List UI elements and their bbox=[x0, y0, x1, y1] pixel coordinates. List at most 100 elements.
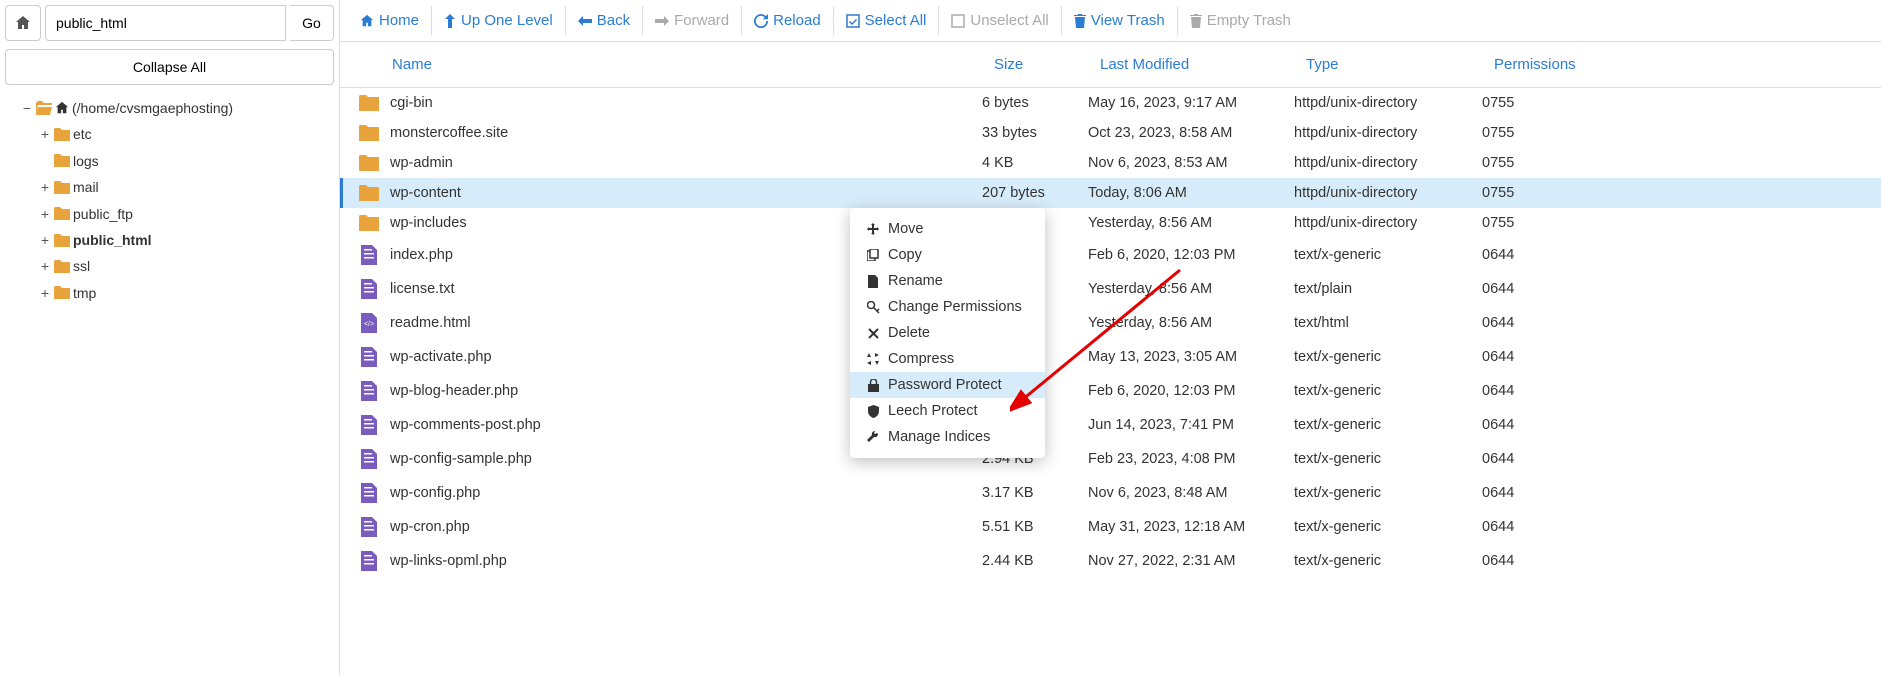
file-row[interactable]: wp-comments-post.php 2.27 KB Jun 14, 202… bbox=[340, 408, 1881, 442]
path-input[interactable] bbox=[45, 5, 286, 41]
file-row[interactable]: license.txt 19.45 KB Yesterday, 8:56 AM … bbox=[340, 272, 1881, 306]
minus-icon[interactable]: − bbox=[21, 97, 33, 119]
file-icon bbox=[361, 279, 377, 299]
tree-item-label: tmp bbox=[73, 282, 96, 304]
plus-icon[interactable]: + bbox=[39, 123, 51, 145]
file-name: wp-admin bbox=[384, 155, 982, 171]
file-row[interactable]: </> readme.html 7.23 KB Yesterday, 8:56 … bbox=[340, 306, 1881, 340]
file-name: cgi-bin bbox=[384, 95, 982, 111]
up-one-level-button[interactable]: Up One Level bbox=[432, 6, 566, 35]
plus-icon[interactable]: + bbox=[39, 255, 51, 277]
ctx-label: Compress bbox=[888, 351, 954, 367]
tree-root[interactable]: − (/home/cvsmgaephosting) bbox=[21, 95, 334, 121]
reload-icon bbox=[754, 14, 768, 28]
reload-label: Reload bbox=[773, 12, 821, 29]
file-row[interactable]: wp-links-opml.php 2.44 KB Nov 27, 2022, … bbox=[340, 544, 1881, 578]
unselect-all-label: Unselect All bbox=[970, 12, 1048, 29]
tree-item-mail[interactable]: + mail bbox=[39, 174, 334, 200]
tree-item-ssl[interactable]: + ssl bbox=[39, 253, 334, 279]
file-row[interactable]: wp-blog-header.php 351 bytes Feb 6, 2020… bbox=[340, 374, 1881, 408]
select-all-button[interactable]: Select All bbox=[834, 6, 940, 35]
tree-item-logs[interactable]: logs bbox=[39, 148, 334, 174]
col-modified[interactable]: Last Modified bbox=[1088, 56, 1294, 73]
ctx-label: Copy bbox=[888, 247, 922, 263]
square-icon bbox=[951, 14, 965, 28]
tree-item-tmp[interactable]: + tmp bbox=[39, 280, 334, 306]
move-icon bbox=[866, 223, 880, 235]
ctx-label: Manage Indices bbox=[888, 429, 990, 445]
file-type: text/plain bbox=[1294, 281, 1482, 297]
file-row[interactable]: wp-includes 12 KB Yesterday, 8:56 AM htt… bbox=[340, 208, 1881, 238]
plus-icon[interactable]: + bbox=[39, 203, 51, 225]
back-label: Back bbox=[597, 12, 630, 29]
file-type: text/html bbox=[1294, 315, 1482, 331]
forward-button: Forward bbox=[643, 6, 742, 35]
col-type[interactable]: Type bbox=[1294, 56, 1482, 73]
file-row[interactable]: wp-admin 4 KB Nov 6, 2023, 8:53 AM httpd… bbox=[340, 148, 1881, 178]
plus-icon[interactable]: + bbox=[39, 176, 51, 198]
file-modified: Nov 6, 2023, 8:53 AM bbox=[1088, 155, 1294, 171]
file-icon bbox=[361, 415, 377, 435]
file-type: text/x-generic bbox=[1294, 451, 1482, 467]
file-perms: 0644 bbox=[1482, 383, 1582, 399]
file-type: text/x-generic bbox=[1294, 349, 1482, 365]
file-row[interactable]: monstercoffee.site 33 bytes Oct 23, 2023… bbox=[340, 118, 1881, 148]
folder-icon bbox=[54, 286, 70, 299]
ctx-manage-indices[interactable]: Manage Indices bbox=[850, 424, 1045, 450]
ctx-delete[interactable]: Delete bbox=[850, 320, 1045, 346]
col-name[interactable]: Name bbox=[348, 56, 982, 73]
file-size: 33 bytes bbox=[982, 125, 1088, 141]
view-trash-button[interactable]: View Trash bbox=[1062, 6, 1178, 35]
ctx-rename[interactable]: Rename bbox=[850, 268, 1045, 294]
plus-icon[interactable]: + bbox=[39, 229, 51, 251]
view-trash-label: View Trash bbox=[1091, 12, 1165, 29]
ctx-change-permissions[interactable]: Change Permissions bbox=[850, 294, 1045, 320]
folder-icon bbox=[54, 128, 70, 141]
home-button[interactable]: Home bbox=[348, 6, 432, 35]
tree-item-public_ftp[interactable]: + public_ftp bbox=[39, 201, 334, 227]
tree-root-label: (/home/cvsmgaephosting) bbox=[72, 97, 233, 119]
file-icon bbox=[361, 517, 377, 537]
ctx-label: Move bbox=[888, 221, 923, 237]
col-perms[interactable]: Permissions bbox=[1482, 56, 1582, 73]
file-size: 3.17 KB bbox=[982, 485, 1088, 501]
file-row[interactable]: wp-config-sample.php 2.94 KB Feb 23, 202… bbox=[340, 442, 1881, 476]
file-perms: 0755 bbox=[1482, 155, 1582, 171]
file-row[interactable]: wp-content 207 bytes Today, 8:06 AM http… bbox=[340, 178, 1881, 208]
file-perms: 0644 bbox=[1482, 553, 1582, 569]
file-type: text/x-generic bbox=[1294, 247, 1482, 263]
home-icon-button[interactable] bbox=[5, 5, 41, 41]
file-row[interactable]: wp-activate.php 7.04 KB May 13, 2023, 3:… bbox=[340, 340, 1881, 374]
file-row[interactable]: cgi-bin 6 bytes May 16, 2023, 9:17 AM ht… bbox=[340, 88, 1881, 118]
tree-item-etc[interactable]: + etc bbox=[39, 121, 334, 147]
file-type: httpd/unix-directory bbox=[1294, 155, 1482, 171]
file-row[interactable]: wp-config.php 3.17 KB Nov 6, 2023, 8:48 … bbox=[340, 476, 1881, 510]
rename-icon bbox=[866, 275, 880, 288]
file-size: 2.44 KB bbox=[982, 553, 1088, 569]
ctx-compress[interactable]: Compress bbox=[850, 346, 1045, 372]
tree-item-public_html[interactable]: + public_html bbox=[39, 227, 334, 253]
go-button[interactable]: Go bbox=[290, 5, 334, 41]
file-row[interactable]: wp-cron.php 5.51 KB May 31, 2023, 12:18 … bbox=[340, 510, 1881, 544]
plus-icon[interactable]: + bbox=[39, 282, 51, 304]
file-modified: Yesterday, 8:56 AM bbox=[1088, 215, 1294, 231]
ctx-password-protect[interactable]: Password Protect bbox=[850, 372, 1045, 398]
tree-item-label: mail bbox=[73, 176, 99, 198]
wrench-icon bbox=[866, 431, 880, 443]
home-label: Home bbox=[379, 12, 419, 29]
delete-icon bbox=[866, 328, 880, 339]
file-type: httpd/unix-directory bbox=[1294, 185, 1482, 201]
ctx-move[interactable]: Move bbox=[850, 216, 1045, 242]
reload-button[interactable]: Reload bbox=[742, 6, 834, 35]
arrow-left-icon bbox=[578, 15, 592, 27]
ctx-leech-protect[interactable]: Leech Protect bbox=[850, 398, 1045, 424]
ctx-copy[interactable]: Copy bbox=[850, 242, 1045, 268]
file-modified: Today, 8:06 AM bbox=[1088, 185, 1294, 201]
col-size[interactable]: Size bbox=[982, 56, 1088, 73]
back-button[interactable]: Back bbox=[566, 6, 643, 35]
tree-item-label: ssl bbox=[73, 255, 90, 277]
file-row[interactable]: index.php 405 bytes Feb 6, 2020, 12:03 P… bbox=[340, 238, 1881, 272]
file-perms: 0644 bbox=[1482, 519, 1582, 535]
collapse-all-button[interactable]: Collapse All bbox=[5, 49, 334, 85]
tree-item-label: logs bbox=[73, 150, 99, 172]
